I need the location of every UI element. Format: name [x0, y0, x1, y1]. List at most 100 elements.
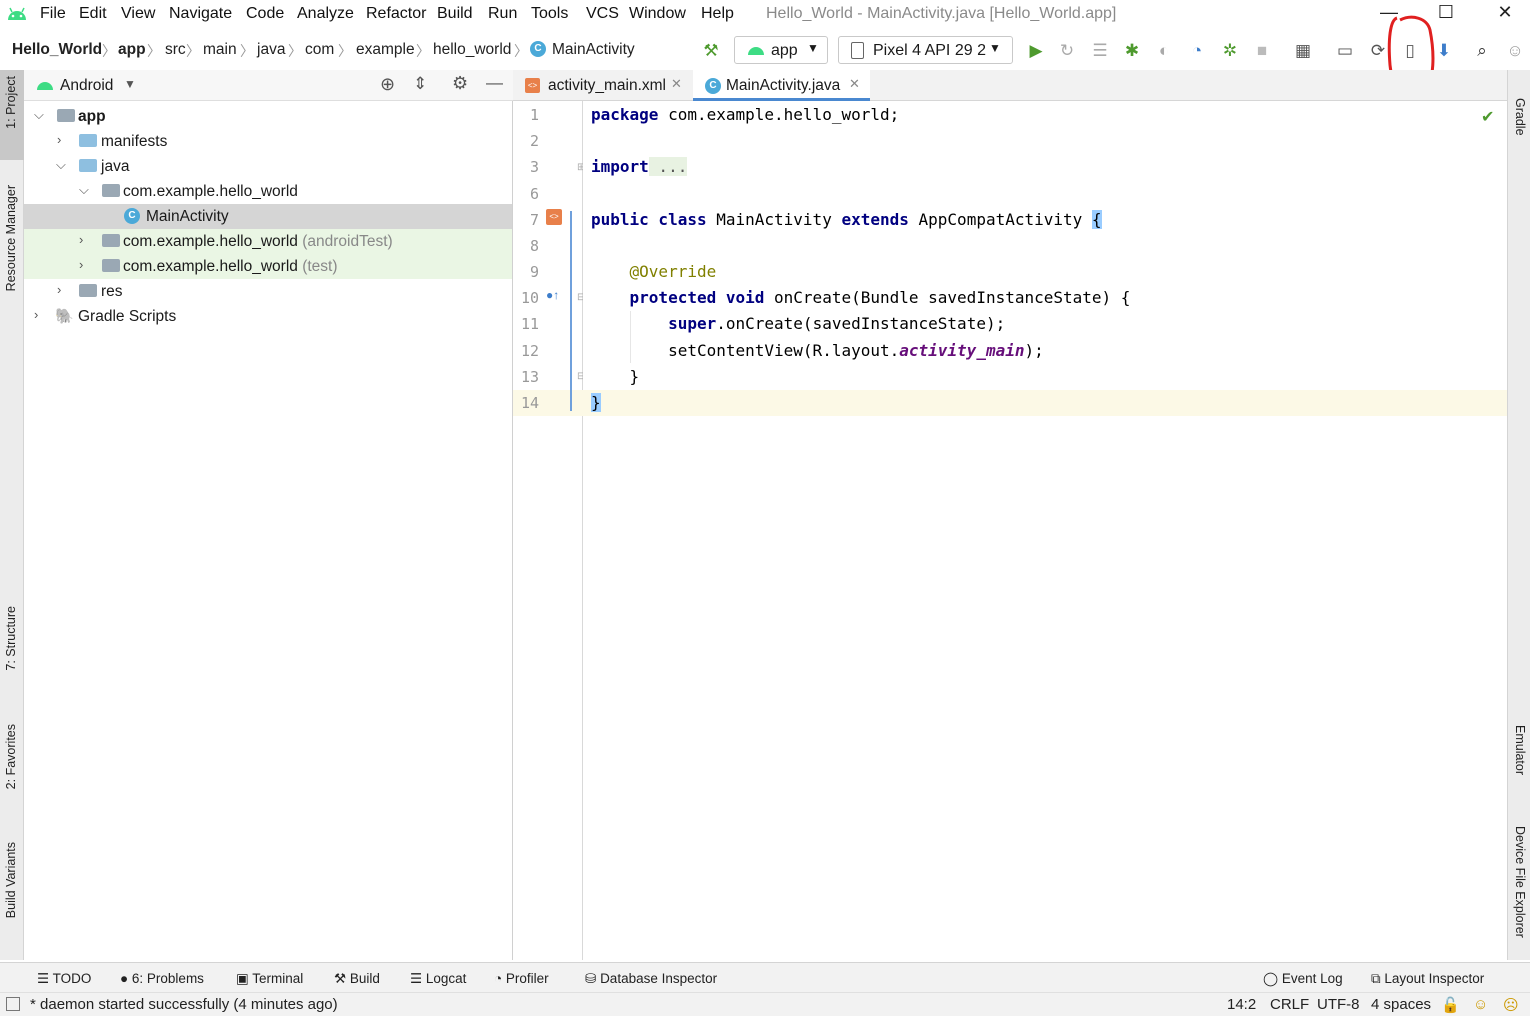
tree-item-mainactivity[interactable]: C MainActivity — [24, 204, 512, 229]
make-project-icon[interactable]: ⚒ — [699, 39, 723, 63]
tool-problems[interactable]: ● 6: Problems — [120, 971, 204, 986]
project-view-selector[interactable]: Android — [60, 77, 113, 95]
apply-changes-icon[interactable]: ↻ — [1055, 39, 1079, 63]
tool-terminal[interactable]: ▣ Terminal — [236, 971, 303, 987]
indent-setting[interactable]: 4 spaces — [1371, 996, 1431, 1013]
chevron-right-icon[interactable]: › — [57, 282, 61, 297]
run-icon[interactable]: ▶ — [1024, 39, 1048, 63]
search-icon[interactable]: ⌕ — [1470, 39, 1494, 63]
tree-item-package-androidtest[interactable]: › com.example.hello_world (androidTest) — [24, 229, 512, 254]
device-dropdown[interactable]: Pixel 4 API 29 2 ▼ — [838, 36, 1013, 64]
related-xml-icon[interactable]: <> — [546, 209, 562, 225]
tool-todo[interactable]: ☰ TODO — [37, 971, 91, 987]
chevron-right-icon[interactable]: › — [79, 232, 83, 247]
chevron-down-icon[interactable]: ⌵ — [79, 182, 89, 198]
menu-code[interactable]: Code — [246, 5, 284, 23]
breadcrumb-project[interactable]: Hello_World — [12, 41, 102, 59]
collapse-all-icon[interactable]: ⇕ — [413, 74, 427, 94]
menu-help[interactable]: Help — [701, 5, 734, 23]
hide-icon[interactable]: — — [486, 73, 503, 93]
phone-icon — [851, 42, 864, 59]
chevron-down-icon[interactable]: ▼ — [124, 77, 136, 91]
tab-activity-main-xml[interactable]: <> activity_main.xml ✕ — [513, 70, 690, 101]
breadcrumb-java[interactable]: java — [257, 41, 285, 59]
menu-bar: File Edit View Navigate Code Analyze Ref… — [0, 0, 1530, 30]
package-icon — [102, 184, 120, 197]
menu-edit[interactable]: Edit — [79, 5, 107, 23]
tree-item-package-test[interactable]: › com.example.hello_world (test) — [24, 254, 512, 279]
attach-debugger-icon[interactable]: ✲ — [1218, 39, 1242, 63]
stop-icon[interactable]: ■ — [1250, 39, 1274, 63]
toggle-tool-windows-icon[interactable] — [6, 997, 20, 1011]
breadcrumb-example[interactable]: example — [356, 41, 415, 59]
tree-item-res[interactable]: › res — [24, 279, 512, 304]
tool-window-favorites[interactable]: 2: Favorites — [4, 724, 18, 789]
debug-icon[interactable]: ✱ — [1120, 39, 1144, 63]
gear-icon[interactable]: ⚙ — [452, 73, 468, 94]
tool-window-device-file-explorer[interactable]: Device File Explorer — [1513, 826, 1527, 938]
menu-refactor[interactable]: Refactor — [366, 5, 426, 23]
tool-build[interactable]: ⚒ Build — [334, 971, 380, 987]
code-editor[interactable]: package com.example.hello_world; import … — [583, 101, 1507, 960]
close-tab-icon[interactable]: ✕ — [849, 76, 860, 92]
no-problems-check-icon[interactable]: ✔ — [1481, 107, 1494, 127]
coverage-icon[interactable]: ◐ — [1152, 39, 1176, 63]
close-tab-icon[interactable]: ✕ — [671, 76, 682, 92]
tree-item-app[interactable]: ⌵ app — [24, 104, 512, 129]
breadcrumb-main[interactable]: main — [203, 41, 237, 59]
tool-window-project[interactable]: 1: Project — [4, 76, 18, 129]
happy-feedback-icon[interactable]: ☺ — [1473, 996, 1488, 1013]
tool-window-emulator[interactable]: Emulator — [1513, 725, 1527, 775]
close-window-button[interactable]: ✕ — [1490, 2, 1520, 26]
project-structure-icon[interactable]: ▦ — [1291, 39, 1315, 63]
status-message[interactable]: * daemon started successfully (4 minutes… — [30, 996, 338, 1013]
breadcrumb-separator: 〉 — [288, 43, 302, 59]
chevron-down-icon[interactable]: ⌵ — [56, 157, 66, 173]
chevron-down-icon[interactable]: ⌵ — [34, 107, 44, 123]
tool-window-build-variants[interactable]: Build Variants — [4, 842, 18, 918]
menu-file[interactable]: File — [40, 5, 66, 23]
tool-logcat[interactable]: ☰ Logcat — [410, 971, 466, 987]
tool-event-log[interactable]: ◯ Event Log — [1263, 971, 1343, 987]
line-number: 7 — [529, 211, 539, 229]
run-config-dropdown[interactable]: app ▼ — [734, 36, 828, 64]
locate-icon[interactable]: ⊕ — [380, 74, 395, 95]
caret-position[interactable]: 14:2 — [1227, 996, 1256, 1013]
breadcrumb-app[interactable]: app — [118, 41, 146, 59]
menu-tools[interactable]: Tools — [531, 5, 568, 23]
file-encoding[interactable]: UTF-8 — [1317, 996, 1360, 1013]
menu-vcs[interactable]: VCS — [586, 5, 619, 23]
breadcrumb-com[interactable]: com — [305, 41, 334, 59]
tree-item-manifests[interactable]: › manifests — [24, 129, 512, 154]
tool-window-gradle[interactable]: Gradle — [1513, 98, 1527, 136]
chevron-right-icon[interactable]: › — [79, 257, 83, 272]
tool-layout-inspector[interactable]: ⧉ Layout Inspector — [1371, 971, 1484, 987]
breadcrumb-src[interactable]: src — [165, 41, 186, 59]
lock-icon[interactable]: 🔓 — [1441, 996, 1460, 1014]
tool-window-resource-manager[interactable]: Resource Manager — [4, 185, 18, 291]
tree-item-gradle-scripts[interactable]: › 🐘 Gradle Scripts — [24, 304, 512, 329]
tab-mainactivity-java[interactable]: C MainActivity.java ✕ — [693, 70, 870, 101]
chevron-right-icon[interactable]: › — [57, 132, 61, 147]
apply-code-changes-icon[interactable]: ☰ — [1088, 39, 1112, 63]
tree-label: app — [78, 108, 106, 125]
tree-item-java[interactable]: ⌵ java — [24, 154, 512, 179]
tool-window-structure[interactable]: 7: Structure — [4, 606, 18, 671]
menu-view[interactable]: View — [121, 5, 155, 23]
tool-database-inspector[interactable]: ⛁ Database Inspector — [585, 971, 717, 987]
menu-navigate[interactable]: Navigate — [169, 5, 232, 23]
menu-window[interactable]: Window — [629, 5, 686, 23]
user-avatar-icon[interactable]: ☺ — [1503, 39, 1527, 63]
menu-build[interactable]: Build — [437, 5, 473, 23]
breadcrumb-mainactivity[interactable]: MainActivity — [552, 41, 635, 59]
menu-analyze[interactable]: Analyze — [297, 5, 354, 23]
tree-item-package[interactable]: ⌵ com.example.hello_world — [24, 179, 512, 204]
menu-run[interactable]: Run — [488, 5, 517, 23]
override-marker-icon[interactable]: ●↑ — [546, 288, 559, 302]
sad-feedback-icon[interactable]: ☹ — [1503, 996, 1519, 1014]
line-separator[interactable]: CRLF — [1270, 996, 1309, 1013]
chevron-right-icon[interactable]: › — [34, 307, 38, 322]
breadcrumb-hello-world[interactable]: hello_world — [433, 41, 511, 59]
tool-profiler[interactable]: ◔ Profiler — [494, 971, 549, 986]
profiler-icon[interactable]: ◔ — [1185, 39, 1209, 63]
